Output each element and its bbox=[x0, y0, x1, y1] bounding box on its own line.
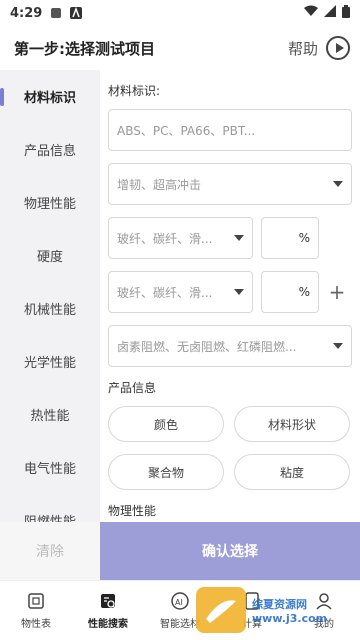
sidebar-item-label: 阻燃性能 bbox=[24, 511, 76, 522]
sidebar-item-electrical[interactable]: 电气性能 bbox=[0, 441, 100, 494]
sidebar-item-label: 机械性能 bbox=[23, 303, 76, 318]
section-title-product-info: 产品信息 bbox=[108, 381, 157, 395]
confirm-button[interactable]: 确认选择 bbox=[100, 522, 360, 580]
chip-polymer[interactable]: 聚合物 bbox=[108, 454, 224, 490]
percent-unit: % bbox=[298, 285, 310, 299]
signal-icon bbox=[324, 5, 336, 21]
category-sidebar: 材料标识 产品信息 物理性能 硬度 机械性能 光学性能 热性能 电气性能 阻燃性… bbox=[0, 70, 100, 522]
chevron-down-icon bbox=[333, 181, 343, 187]
page-header: 第一步:选择测试项目 帮助 bbox=[0, 26, 360, 70]
status-time: 4:29 bbox=[10, 5, 43, 21]
tab-performance-search[interactable]: 性能搜索 bbox=[72, 581, 144, 640]
action-bar: 清除 确认选择 bbox=[0, 522, 360, 580]
wifi-icon bbox=[304, 5, 318, 21]
filler-row-1: 玻纤、碳纤、滑... % bbox=[108, 217, 352, 259]
tab-property-table[interactable]: 物性表 bbox=[0, 581, 72, 640]
watermark-text: 综夏资源网 www.j3.com bbox=[252, 597, 328, 625]
sidebar-item-physical[interactable]: 物理性能 bbox=[0, 176, 100, 229]
svg-text:AI: AI bbox=[175, 598, 183, 607]
chip-material-shape[interactable]: 材料形状 bbox=[234, 406, 350, 442]
watermark-logo-icon bbox=[196, 587, 246, 633]
sidebar-item-material-id[interactable]: 材料标识 bbox=[0, 70, 100, 123]
help-button[interactable]: 帮助 bbox=[288, 36, 350, 60]
notification-icon bbox=[50, 7, 62, 19]
modifier-select[interactable]: 增韧、超高冲击 bbox=[108, 163, 352, 205]
flame-retardant-placeholder: 卤素阻燃、无卤阻燃、红磷阻燃... bbox=[117, 339, 297, 354]
percent-unit: % bbox=[298, 231, 310, 245]
filler-row-2: 玻纤、碳纤、滑... % + bbox=[108, 271, 352, 313]
tab-label: 智能选材 bbox=[160, 619, 200, 630]
sidebar-item-product-info[interactable]: 产品信息 bbox=[0, 123, 100, 176]
filler-select-1[interactable]: 玻纤、碳纤、滑... bbox=[108, 217, 253, 259]
watermark: 综夏资源网 www.j3.com bbox=[196, 586, 360, 634]
sidebar-item-label: 光学性能 bbox=[23, 356, 76, 371]
sidebar-item-thermal[interactable]: 热性能 bbox=[0, 388, 100, 441]
polymer-input[interactable]: ABS、PC、PA66、PBT... bbox=[108, 109, 352, 151]
chevron-down-icon bbox=[333, 343, 343, 349]
page-title: 第一步:选择测试项目 bbox=[14, 39, 155, 58]
chevron-down-icon bbox=[234, 289, 244, 295]
tab-label: 物性表 bbox=[21, 619, 51, 630]
sidebar-item-optical[interactable]: 光学性能 bbox=[0, 335, 100, 388]
section-title-material-id: 材料标识: bbox=[108, 84, 161, 98]
ai-icon: AI bbox=[170, 591, 190, 611]
filler-placeholder-1: 玻纤、碳纤、滑... bbox=[117, 231, 213, 246]
filler-percent-input-1[interactable]: % bbox=[261, 217, 319, 259]
chevron-down-icon bbox=[234, 235, 244, 241]
performance-search-icon bbox=[98, 591, 118, 611]
sidebar-item-label: 硬度 bbox=[36, 250, 63, 265]
chip-color[interactable]: 颜色 bbox=[108, 406, 224, 442]
app-a-icon bbox=[70, 6, 83, 19]
tab-label: 性能搜索 bbox=[88, 619, 128, 630]
filler-percent-input-2[interactable]: % bbox=[261, 271, 319, 313]
status-bar: 4:29 bbox=[0, 0, 360, 26]
polymer-placeholder: ABS、PC、PA66、PBT... bbox=[117, 123, 256, 138]
sidebar-item-label: 材料标识 bbox=[23, 91, 76, 106]
sidebar-item-label: 产品信息 bbox=[23, 144, 76, 159]
form-content: 材料标识: ABS、PC、PA66、PBT... 增韧、超高冲击 玻纤、碳纤、滑… bbox=[100, 70, 360, 522]
add-filler-icon[interactable]: + bbox=[327, 280, 347, 304]
sidebar-item-label: 热性能 bbox=[30, 409, 70, 424]
sidebar-item-mechanical[interactable]: 机械性能 bbox=[0, 282, 100, 335]
modifier-placeholder: 增韧、超高冲击 bbox=[117, 177, 202, 192]
sidebar-item-flame-retardant[interactable]: 阻燃性能 bbox=[0, 494, 100, 522]
sidebar-item-hardness[interactable]: 硬度 bbox=[0, 229, 100, 282]
clear-button[interactable]: 清除 bbox=[0, 522, 100, 580]
chip-viscosity[interactable]: 粘度 bbox=[234, 454, 350, 490]
section-title-physical: 物理性能 bbox=[108, 504, 157, 518]
help-label: 帮助 bbox=[287, 39, 318, 58]
flame-retardant-select[interactable]: 卤素阻燃、无卤阻燃、红磷阻燃... bbox=[108, 325, 352, 367]
filler-placeholder-2: 玻纤、碳纤、滑... bbox=[117, 285, 213, 300]
property-table-icon bbox=[26, 591, 46, 611]
filler-select-2[interactable]: 玻纤、碳纤、滑... bbox=[108, 271, 253, 313]
battery-icon bbox=[342, 4, 350, 22]
sidebar-item-label: 电气性能 bbox=[23, 462, 76, 477]
play-icon[interactable] bbox=[326, 36, 350, 60]
product-info-chips: 颜色 材料形状 聚合物 粘度 bbox=[108, 406, 352, 490]
sidebar-item-label: 物理性能 bbox=[23, 197, 76, 212]
